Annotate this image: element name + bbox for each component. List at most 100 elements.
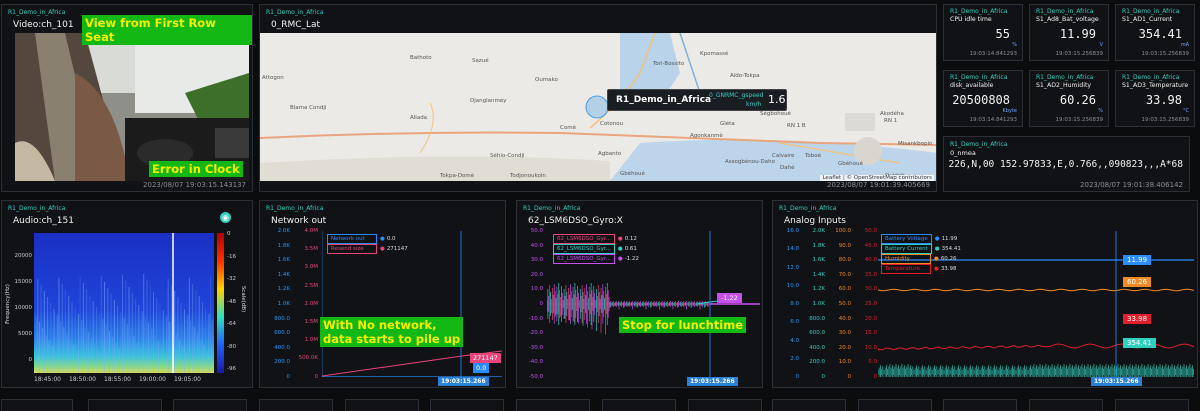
metric-timestamp: 19:03:15.256839: [1055, 51, 1103, 57]
legend-value: 33.98: [940, 266, 957, 272]
gyro-ytick: -10.0: [528, 315, 543, 322]
legend-dot: ●: [617, 246, 623, 252]
metric-unit: °C: [1183, 108, 1189, 114]
nmea-source: R1_Demo_in_Africa: [950, 141, 1008, 148]
audio-colorbar: [217, 233, 224, 373]
map-place-label: Gléta: [720, 121, 735, 127]
legend-value: 354.41: [941, 246, 961, 252]
audio-colorbar-tick: -64: [227, 321, 236, 327]
map-place-label: Blama Condji: [290, 105, 327, 111]
gyro-last-value: -1.22: [717, 293, 742, 303]
map-place-label: Ségbohoué: [760, 111, 791, 117]
metric-source: R1_Demo_in_Africa: [1036, 74, 1094, 81]
legend-series-name: 62_LSM6DSO_Gyr...: [553, 234, 615, 244]
analog-ytick: 0: [847, 374, 852, 380]
map-place-label: Attogon: [262, 75, 284, 81]
gyro-annotation: Stop for lunchtime: [619, 317, 747, 333]
gyro-ytick: 40.0: [530, 242, 543, 249]
legend-row: Network out ● 0.0: [327, 234, 408, 244]
map-view[interactable]: Bathoto Sazué Oumako Tori-Bossito Attogon Dja…: [260, 33, 936, 181]
nmea-panel: R1_Demo_in_Africa 0_nmea 226,N,00 152.97…: [943, 136, 1190, 192]
map-place-label: Toboé: [805, 153, 822, 159]
nmea-timestamp: 2023/08/07 19:01:38.406142: [1080, 181, 1183, 189]
gyro-cursor-time: 19:03:15.266: [687, 377, 738, 386]
legend-dot: ●: [617, 236, 623, 242]
analog-ytick: 60.0: [838, 286, 851, 293]
analog-ytick: 35.0: [864, 271, 877, 278]
bottom-tile: [88, 399, 162, 411]
analog-ytick: 30.0: [838, 330, 851, 337]
map-place-label: Tokpa-Domè: [440, 173, 475, 179]
audio-colorbar-tick: -32: [227, 276, 236, 282]
legend-row: Humidity ● 60.26: [881, 254, 961, 264]
metric-timestamp: 19:03:14.841293: [969, 51, 1017, 57]
metric-timestamp: 19:03:15.256839: [1141, 117, 1189, 123]
map-place-label: RN 1: [884, 118, 898, 124]
map-place-label: RN 1 B: [787, 123, 806, 129]
gyro-ytick: 20.0: [530, 271, 543, 278]
audio-xtick: 19:05:00: [174, 376, 201, 383]
audio-ylabel: Frequency(Hz): [4, 284, 11, 324]
metric-source: R1_Demo_in_Africa: [1122, 8, 1180, 15]
bottom-tile: [516, 399, 590, 411]
analog-ytick: 12.0: [786, 264, 799, 271]
analog-val-orange: 60.26: [1123, 277, 1152, 287]
metric-tile[interactable]: R1_Demo_in_Africa S1_Ad8_Bat_voltage 11.99…: [1029, 4, 1109, 61]
audio-xtick: 19:00:00: [139, 376, 166, 383]
legend-row: 62_LSM6DSO_Gyr... ● 0.12: [553, 234, 639, 244]
metric-tile[interactable]: R1_Demo_in_Africa S1_AD2_Humidity 60.26% 19…: [1029, 70, 1109, 127]
analog-ytick: 80.0: [838, 257, 851, 264]
metric-tile[interactable]: R1_Demo_in_Africa disk_available 20500808 K…: [943, 70, 1023, 127]
video-frame[interactable]: [15, 33, 249, 181]
metric-unit: V: [1099, 42, 1103, 48]
analog-val-teal: 354.41: [1123, 338, 1156, 348]
network-ytick-right: 1.0M: [304, 337, 319, 344]
legend-row: Resend size ● 271147: [327, 244, 408, 254]
network-ytick-right: 0: [314, 373, 319, 380]
legend-series-name: Battery Voltage: [881, 234, 932, 244]
bottom-tile: [602, 399, 676, 411]
analog-title: Analog Inputs: [784, 216, 846, 226]
spectrogram[interactable]: [34, 233, 214, 373]
analog-ytick: 20.0: [838, 344, 851, 351]
analog-ytick: 40.0: [838, 315, 851, 322]
legend-dot: ●: [934, 256, 939, 262]
network-ytick-left: 2.0K: [277, 228, 290, 234]
audio-settings-icon[interactable]: ◉: [220, 212, 231, 223]
analog-ytick: 1.8K: [812, 242, 825, 249]
map-place-label: Djanglanmey: [470, 98, 507, 104]
bottom-tile: [772, 399, 846, 411]
metric-unit: Kbyte: [1002, 108, 1017, 114]
audio-xtick: 18:50:00: [69, 376, 96, 383]
analog-ytick: 16.0: [786, 228, 799, 234]
analog-ytick: 1.4K: [812, 271, 825, 278]
legend-value: 0.12: [624, 236, 637, 242]
metric-tile[interactable]: R1_Demo_in_Africa S1_AD3_Temperature 33.98…: [1115, 70, 1195, 127]
analog-ytick: 14.0: [786, 246, 799, 253]
map-place-label: Sazué: [472, 58, 489, 64]
analog-ytick: 200.0: [809, 359, 825, 366]
gyro-legend: 62_LSM6DSO_Gyr... ● 0.12 62_LSM6DSO_Gyr... ●…: [553, 234, 639, 264]
analog-ytick: 10.0: [838, 359, 851, 366]
map-popup-value: 1.6: [768, 93, 786, 106]
nmea-value: 226,N,00 152.97833,E,0.766,,090823,,,A*6…: [948, 159, 1184, 170]
metric-tile[interactable]: R1_Demo_in_Africa CPU idle time 55% 19:03:1…: [943, 4, 1023, 61]
metric-tile[interactable]: R1_Demo_in_Africa S1_AD1_Current 354.41 mA 1…: [1115, 4, 1195, 61]
gyro-ytick: -20.0: [528, 330, 543, 337]
analog-ytick: 15.0: [864, 330, 877, 337]
map-panel: R1_Demo_in_Africa 0_RMC_Lat Bathoto Sazué…: [259, 4, 937, 192]
map-popup[interactable]: R1_Demo_in_Africa 0_GNRMC_gspeed km/h 1.…: [607, 89, 787, 111]
network-ytick-left: 1.2K: [277, 286, 290, 293]
metric-source: R1_Demo_in_Africa: [1036, 8, 1094, 15]
metric-timestamp: 19:03:15.256839: [1141, 51, 1189, 57]
metric-source: R1_Demo_in_Africa: [950, 8, 1008, 15]
map-place-label: Misankbopin: [898, 141, 933, 147]
analog-ytick: 8.0: [790, 301, 799, 307]
gyro-ytick: -50.0: [528, 374, 543, 380]
metric-source: R1_Demo_in_Africa: [950, 74, 1008, 81]
analog-ytick: 4.0: [790, 337, 799, 344]
metric-timestamp: 19:03:15.256839: [1055, 117, 1103, 123]
metric-unit: %: [1012, 42, 1017, 48]
map-place-label: Assogbénou-Daho: [725, 159, 776, 165]
analog-ytick: 10.0: [786, 282, 799, 289]
